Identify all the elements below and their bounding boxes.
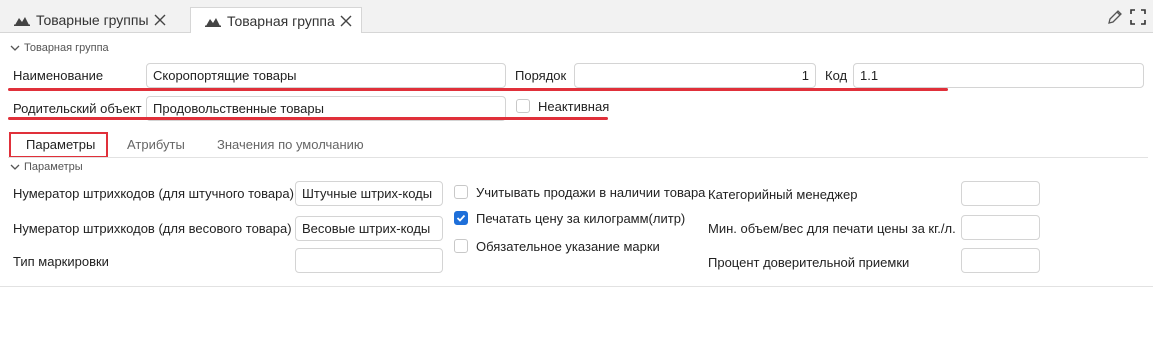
chevron-down-icon (10, 164, 20, 170)
order-label: Порядок (515, 68, 567, 83)
highlight-underline (8, 88, 948, 91)
min-volume-label: Мин. объем/вес для печати цены за кг./л. (708, 221, 956, 236)
order-input[interactable] (574, 63, 816, 88)
weight-barcode-input[interactable] (295, 216, 443, 241)
code-input[interactable] (853, 63, 1144, 88)
section-header-group[interactable]: Товарная группа (10, 42, 109, 54)
inactive-checkbox[interactable] (516, 99, 530, 113)
expand-icon[interactable] (1129, 8, 1147, 26)
name-input[interactable] (146, 63, 506, 88)
marking-type-input[interactable] (295, 248, 443, 273)
check-sales-label: Учитывать продажи в наличии товара (476, 185, 706, 200)
close-icon[interactable] (339, 14, 353, 28)
piece-barcode-input[interactable] (295, 181, 443, 206)
section-title: Товарная группа (24, 42, 109, 54)
mandatory-mark-checkbox[interactable] (454, 239, 468, 253)
checkmark-icon (456, 214, 466, 222)
section-header-parameters[interactable]: Параметры (10, 161, 83, 173)
print-price-label: Печатать цену за килограмм(литр) (476, 211, 686, 226)
tab-bar (0, 0, 1153, 33)
chevron-down-icon (10, 45, 20, 51)
tab-product-groups[interactable]: Товарные группы (14, 7, 167, 32)
code-label: Код (825, 68, 848, 83)
mandatory-mark-label: Обязательное указание марки (476, 239, 660, 254)
pencil-icon[interactable] (1106, 8, 1124, 26)
weight-barcode-label: Нумератор штрихкодов (для весового товар… (13, 221, 292, 236)
tab-label: Товарная группа (227, 12, 335, 29)
trust-percent-label: Процент доверительной приемки (708, 255, 910, 270)
parent-label: Родительский объект (13, 101, 142, 116)
check-sales-checkbox[interactable] (454, 185, 468, 199)
category-manager-label: Категорийный менеджер (708, 187, 858, 202)
highlight-underline (8, 117, 608, 120)
trust-percent-input[interactable] (961, 248, 1040, 273)
inactive-label: Неактивная (538, 99, 610, 114)
product-group-icon (205, 17, 221, 27)
min-volume-input[interactable] (961, 215, 1040, 240)
category-manager-input[interactable] (961, 181, 1040, 206)
marking-type-label: Тип маркировки (13, 254, 109, 269)
section-title: Параметры (24, 161, 83, 173)
name-label: Наименование (13, 68, 104, 83)
tabs-divider (8, 157, 1148, 158)
tab-default-values[interactable]: Значения по умолчанию (217, 137, 364, 152)
tab-product-group[interactable]: Товарная группа (190, 7, 362, 33)
tab-parameters[interactable]: Параметры (26, 137, 95, 152)
close-icon[interactable] (153, 13, 167, 27)
content-divider (0, 286, 1153, 287)
print-price-checkbox[interactable] (454, 211, 468, 225)
tab-attributes[interactable]: Атрибуты (127, 137, 185, 152)
piece-barcode-label: Нумератор штрихкодов (для штучного товар… (13, 186, 294, 201)
tab-label: Товарные группы (36, 11, 149, 28)
product-group-icon (14, 16, 30, 26)
